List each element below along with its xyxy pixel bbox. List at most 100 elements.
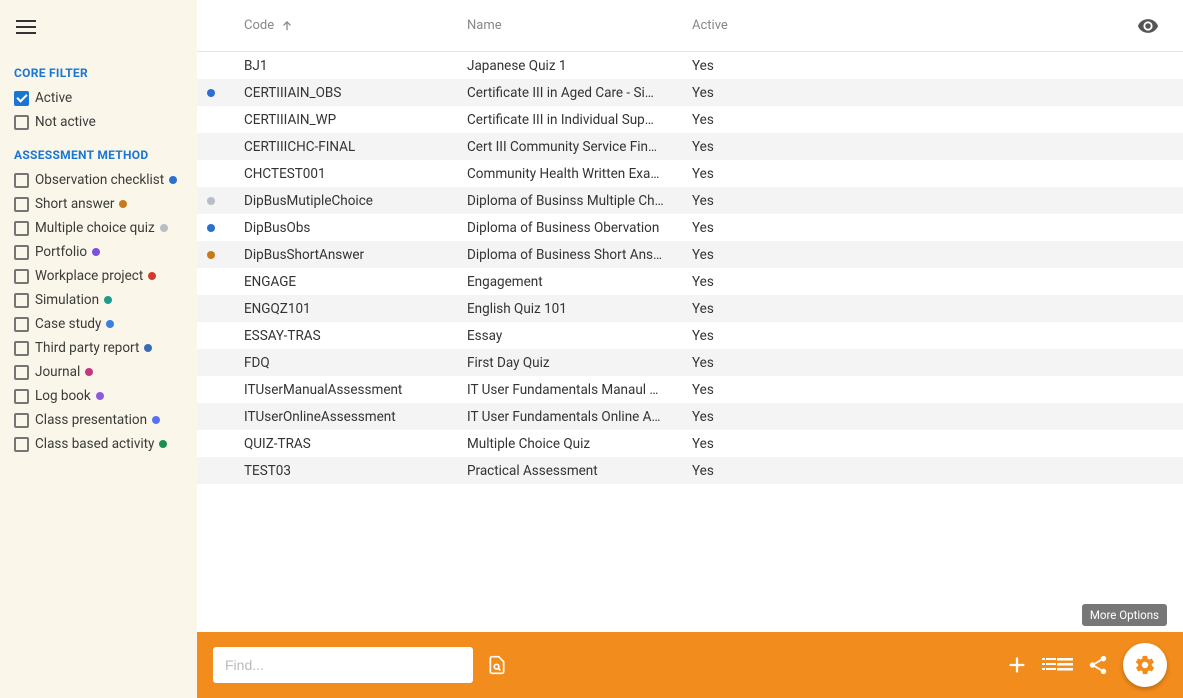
method-filter-item[interactable]: Simulation [14,288,183,312]
method-filter-item[interactable]: Multiple choice quiz [14,216,183,240]
method-filter-item[interactable]: Third party report [14,336,183,360]
method-filter-item[interactable]: Class presentation [14,408,183,432]
checkbox[interactable] [14,365,29,380]
table-row[interactable]: DipBusObsDiploma of Business ObervationY… [197,214,1183,241]
sidebar: CORE FILTER ActiveNot active ASSESSMENT … [0,0,197,698]
cell-name: Japanese Quiz 1 [467,58,692,74]
cell-active: Yes [692,220,1183,236]
cell-active: Yes [692,85,1183,101]
sort-ascending-icon [280,19,294,33]
column-header-name[interactable]: Name [467,18,692,33]
cell-active: Yes [692,139,1183,155]
method-filter-item[interactable]: Observation checklist [14,168,183,192]
checkbox[interactable] [14,91,29,106]
core-filter-item[interactable]: Active [14,86,183,110]
checkbox[interactable] [14,197,29,212]
table-row[interactable]: ESSAY-TRASEssayYes [197,322,1183,349]
table-row[interactable]: BJ1Japanese Quiz 1Yes [197,52,1183,79]
column-header-code[interactable]: Code [244,18,467,33]
table-row[interactable]: CHCTEST001Community Health Written Exa…Y… [197,160,1183,187]
cell-active: Yes [692,58,1183,74]
checkbox[interactable] [14,293,29,308]
hamburger-menu-button[interactable] [16,16,38,38]
cell-active: Yes [692,355,1183,371]
checkbox[interactable] [14,341,29,356]
filter-label: Case study [35,315,101,333]
checkbox[interactable] [14,173,29,188]
cell-active: Yes [692,436,1183,452]
cell-active: Yes [692,274,1183,290]
cell-active: Yes [692,112,1183,128]
view-list-button[interactable] [1042,657,1073,673]
cell-code: ESSAY-TRAS [244,328,467,344]
add-button[interactable] [1006,654,1028,676]
filter-label: Third party report [35,339,139,357]
table-row[interactable]: ENGQZ101English Quiz 101Yes [197,295,1183,322]
cell-code: CERTIIICHC-FINAL [244,139,467,155]
table-row[interactable]: QUIZ-TRASMultiple Choice QuizYes [197,430,1183,457]
checkbox[interactable] [14,317,29,332]
color-dot-icon [160,224,168,232]
filter-label: Multiple choice quiz [35,219,155,237]
color-dot-icon [144,344,152,352]
cell-name: Essay [467,328,692,344]
cell-code: QUIZ-TRAS [244,436,467,452]
cell-code: DipBusMutipleChoice [244,193,467,209]
filter-label: Workplace project [35,267,143,285]
core-filter-item[interactable]: Not active [14,110,183,134]
filter-label: Observation checklist [35,171,164,189]
cell-code: DipBusObs [244,220,467,236]
cell-name: Certificate III in Aged Care - Si… [467,85,692,101]
cell-active: Yes [692,247,1183,263]
visibility-toggle-button[interactable] [1137,15,1159,37]
cell-code: CERTIIIAIN_WP [244,112,467,128]
settings-button[interactable] [1123,643,1167,687]
color-dot-icon [169,176,177,184]
checkbox[interactable] [14,221,29,236]
filter-label: Class presentation [35,411,147,429]
color-dot-icon [148,272,156,280]
color-dot-icon [104,296,112,304]
table-row[interactable]: ITUserOnlineAssessmentIT User Fundamenta… [197,403,1183,430]
cell-name: English Quiz 101 [467,301,692,317]
table-header: Code Name Active [197,0,1183,52]
row-color-dot-icon [207,197,215,205]
filter-label: Short answer [35,195,114,213]
checkbox[interactable] [14,389,29,404]
cell-name: Certificate III in Individual Sup… [467,112,692,128]
table-row[interactable]: ITUserManualAssessmentIT User Fundamenta… [197,376,1183,403]
search-input[interactable] [213,647,473,683]
table-row[interactable]: DipBusMutipleChoiceDiploma of Businss Mu… [197,187,1183,214]
method-filter-item[interactable]: Workplace project [14,264,183,288]
checkbox[interactable] [14,437,29,452]
share-button[interactable] [1087,654,1109,676]
method-filter-item[interactable]: Case study [14,312,183,336]
table-row[interactable]: CERTIIIAIN_OBSCertificate III in Aged Ca… [197,79,1183,106]
checkbox[interactable] [14,269,29,284]
method-filter-item[interactable]: Short answer [14,192,183,216]
cell-code: FDQ [244,355,467,371]
filter-label: Log book [35,387,91,405]
method-filter-item[interactable]: Journal [14,360,183,384]
table-row[interactable]: ENGAGEEngagementYes [197,268,1183,295]
method-filter-item[interactable]: Portfolio [14,240,183,264]
table-row[interactable]: TEST03Practical AssessmentYes [197,457,1183,484]
column-header-active[interactable]: Active [692,18,1183,33]
checkbox[interactable] [14,115,29,130]
checkbox[interactable] [14,245,29,260]
cell-name: Community Health Written Exa… [467,166,692,182]
method-filter-item[interactable]: Log book [14,384,183,408]
cell-name: Diploma of Businss Multiple Ch… [467,193,692,209]
table-row[interactable]: CERTIIIAIN_WPCertificate III in Individu… [197,106,1183,133]
cell-code: CHCTEST001 [244,166,467,182]
search-file-button[interactable] [487,655,507,675]
method-filter-item[interactable]: Class based activity [14,432,183,456]
table-row[interactable]: FDQFirst Day QuizYes [197,349,1183,376]
cell-code: ENGAGE [244,274,467,290]
color-dot-icon [106,320,114,328]
cell-name: Practical Assessment [467,463,692,479]
cell-active: Yes [692,463,1183,479]
table-row[interactable]: DipBusShortAnswerDiploma of Business Sho… [197,241,1183,268]
table-row[interactable]: CERTIIICHC-FINALCert III Community Servi… [197,133,1183,160]
checkbox[interactable] [14,413,29,428]
